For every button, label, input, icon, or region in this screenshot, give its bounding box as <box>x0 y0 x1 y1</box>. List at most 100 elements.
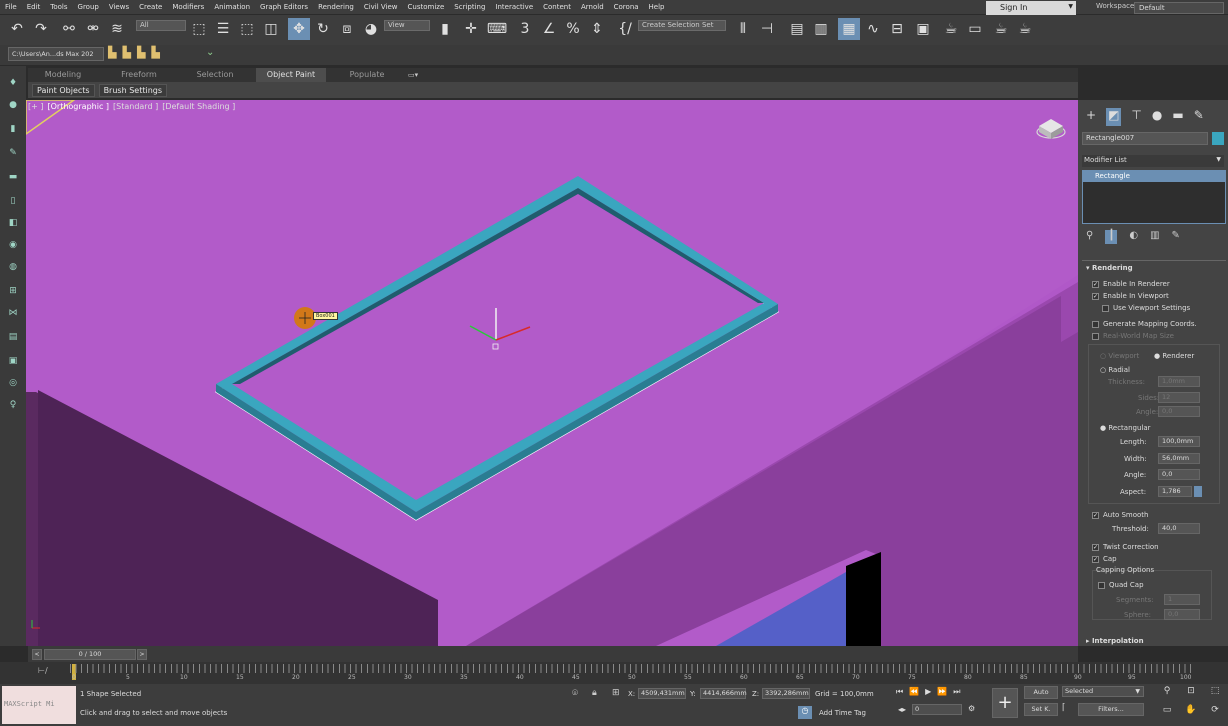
menu-item-animation[interactable]: Animation <box>209 3 255 11</box>
menu-item-rendering[interactable]: Rendering <box>313 3 359 11</box>
object-color-swatch[interactable] <box>1212 132 1224 145</box>
viewport-label-menu[interactable]: [+ ] [Orthographic ] [Standard ] [Default S… <box>28 102 239 111</box>
menu-item-file[interactable]: File <box>0 3 22 11</box>
bind-space-warp-icon[interactable]: ≋ <box>106 18 128 40</box>
rect-selection-icon[interactable]: ⬚ <box>236 18 258 40</box>
rendered-frame-icon[interactable]: ▭ <box>964 18 986 40</box>
real-world-map-checkbox[interactable] <box>1092 332 1099 340</box>
width-spinner[interactable]: 56,0mm <box>1158 453 1200 464</box>
motion-tab-icon[interactable]: ● <box>1152 108 1162 126</box>
x-coordinate-field[interactable]: 4509,431mm <box>638 688 686 699</box>
isolate-icon[interactable]: ⌾ <box>572 688 578 699</box>
snaps-toggle-icon[interactable]: 3 <box>514 18 536 40</box>
set-key-plus-icon[interactable]: + <box>992 688 1018 718</box>
rendering-rollout[interactable]: ▾ Rendering <box>1078 264 1228 272</box>
enable-viewport-row[interactable]: ✓ Enable In Viewport <box>1078 292 1228 300</box>
thickness-spinner[interactable]: 1,0mm <box>1158 376 1200 387</box>
object-name-field[interactable]: Rectangle007 <box>1082 132 1208 145</box>
menu-item-scripting[interactable]: Scripting <box>449 3 490 11</box>
utilities-tab-icon[interactable]: ✎ <box>1194 108 1204 126</box>
redo-icon[interactable]: ↷ <box>30 18 52 40</box>
sides-spinner[interactable]: 12 <box>1158 392 1200 403</box>
keyboard-shortcut-icon[interactable]: ⌨ <box>486 18 508 40</box>
box-icon[interactable]: ▬ <box>6 172 20 184</box>
previous-frame-icon[interactable]: ⏪ <box>909 687 919 699</box>
menu-item-create[interactable]: Create <box>134 3 167 11</box>
absolute-mode-icon[interactable]: ⊞ <box>612 688 620 698</box>
project-folder-icon-3[interactable]: ▙ <box>137 46 145 62</box>
menu-item-interactive[interactable]: Interactive <box>490 3 538 11</box>
align-icon[interactable]: ⊣ <box>756 18 778 40</box>
spinner-snap-icon[interactable]: ⇕ <box>586 18 608 40</box>
edit-named-selection-icon[interactable]: {/ <box>614 18 636 40</box>
paint-icon[interactable]: ✎ <box>6 148 20 160</box>
current-frame-field[interactable]: 0 <box>912 704 962 715</box>
quad-cap-checkbox[interactable] <box>1098 581 1105 589</box>
maxscript-listener[interactable]: MAXScript Mi <box>2 686 76 724</box>
pivot-icon[interactable]: ▮ <box>434 18 456 40</box>
rotate-icon[interactable]: ↻ <box>312 18 334 40</box>
use-viewport-settings-checkbox[interactable] <box>1102 304 1109 312</box>
hierarchy-tab-icon[interactable]: ⊤ <box>1131 108 1141 126</box>
key-filter-combo[interactable]: Selected ▼ <box>1062 686 1144 697</box>
menu-item-help[interactable]: Help <box>644 3 670 11</box>
menu-item-modifiers[interactable]: Modifiers <box>167 3 209 11</box>
next-frame-icon[interactable]: ⏩ <box>937 687 947 699</box>
lock-selection-icon[interactable]: 🔒︎ <box>592 688 597 698</box>
layer-explorer-icon[interactable]: ▥ <box>810 18 832 40</box>
paint-objects-panel[interactable]: Paint Objects <box>32 83 95 97</box>
brush-icon[interactable]: ▯ <box>6 196 20 208</box>
set-key-button[interactable]: Set K. <box>1024 703 1058 716</box>
interpolation-rollout[interactable]: ▸ Interpolation <box>1078 637 1228 645</box>
named-selection-combo[interactable]: Create Selection Set <box>638 20 726 31</box>
generate-mapping-row[interactable]: Generate Mapping Coords. <box>1078 320 1228 328</box>
region-zoom-icon[interactable]: ▭ <box>1156 705 1178 722</box>
go-to-start-icon[interactable]: ⏮ <box>896 687 903 699</box>
tab-modeling[interactable]: Modeling <box>28 68 98 82</box>
time-slider-thumb[interactable]: 0 / 100 <box>44 649 136 660</box>
material-editor-icon[interactable]: ▣ <box>912 18 934 40</box>
layers-icon[interactable]: ◍ <box>6 262 20 274</box>
modifier-list-combo[interactable]: Modifier List ▼ <box>1082 155 1224 167</box>
mirror-icon[interactable]: ⫴ <box>732 18 754 40</box>
brush-settings-panel[interactable]: Brush Settings <box>98 83 168 97</box>
workspace-select[interactable]: Default <box>1134 2 1224 14</box>
menu-item-graph-editors[interactable]: Graph Editors <box>255 3 313 11</box>
project-folder-icon-2[interactable]: ▙ <box>122 46 130 62</box>
move-icon[interactable]: ✥ <box>288 18 310 40</box>
remove-modifier-icon[interactable]: ▥ <box>1150 230 1159 244</box>
display-icon[interactable]: ▣ <box>6 356 20 368</box>
quad-cap-row[interactable]: Quad Cap <box>1078 581 1228 589</box>
window-crossing-icon[interactable]: ◫ <box>260 18 282 40</box>
curve-editor-mini-icon[interactable]: ⊢∕ <box>38 666 48 675</box>
angle-snap-icon[interactable]: ∠ <box>538 18 560 40</box>
modify-tab-icon[interactable]: ◩ <box>1106 108 1122 126</box>
threshold-spinner[interactable]: 40,0 <box>1158 523 1200 534</box>
make-unique-icon[interactable]: ◐ <box>1129 230 1138 244</box>
enable-viewport-checkbox[interactable]: ✓ <box>1092 292 1099 300</box>
orthographic-viewport[interactable]: [+ ] [Orthographic ] [Standard ] [Default S… <box>26 100 1078 646</box>
add-time-tag[interactable]: Add Time Tag <box>819 709 866 717</box>
render-setup-icon[interactable]: ☕ <box>940 18 962 40</box>
tab-object-paint[interactable]: Object Paint <box>256 68 326 82</box>
enable-renderer-checkbox[interactable]: ✓ <box>1092 280 1099 288</box>
aspect-spinner[interactable]: 1,786 <box>1158 486 1192 497</box>
time-prev-button[interactable]: < <box>32 649 42 660</box>
menu-item-views[interactable]: Views <box>104 3 134 11</box>
segments-spinner[interactable]: 1 <box>1164 594 1200 605</box>
cap-checkbox[interactable]: ✓ <box>1092 555 1099 563</box>
play-icon[interactable]: ▶ <box>925 687 931 699</box>
undo-icon[interactable]: ↶ <box>6 18 28 40</box>
paint-bucket-icon[interactable]: ◧ <box>6 218 20 230</box>
ribbon-expand-icon[interactable]: ⌄ <box>206 47 214 58</box>
time-tag-icon[interactable]: ◷ <box>798 706 812 719</box>
select-by-name-icon[interactable]: ☰ <box>212 18 234 40</box>
track-bar[interactable]: ⊢∕ 0 5 10 15 20 25 30 35 40 45 50 55 60 … <box>0 662 1228 684</box>
ribbon-options-icon[interactable]: ▭▾ <box>408 68 428 82</box>
percent-snap-icon[interactable]: % <box>562 18 584 40</box>
menu-item-civil-view[interactable]: Civil View <box>359 3 403 11</box>
scene-explorer-icon[interactable]: ▤ <box>786 18 808 40</box>
reference-coord-combo[interactable]: View <box>384 20 430 31</box>
enable-renderer-row[interactable]: ✓ Enable In Renderer <box>1078 280 1228 288</box>
viewport-point-of-view-menu[interactable]: [Orthographic ] <box>48 102 110 111</box>
